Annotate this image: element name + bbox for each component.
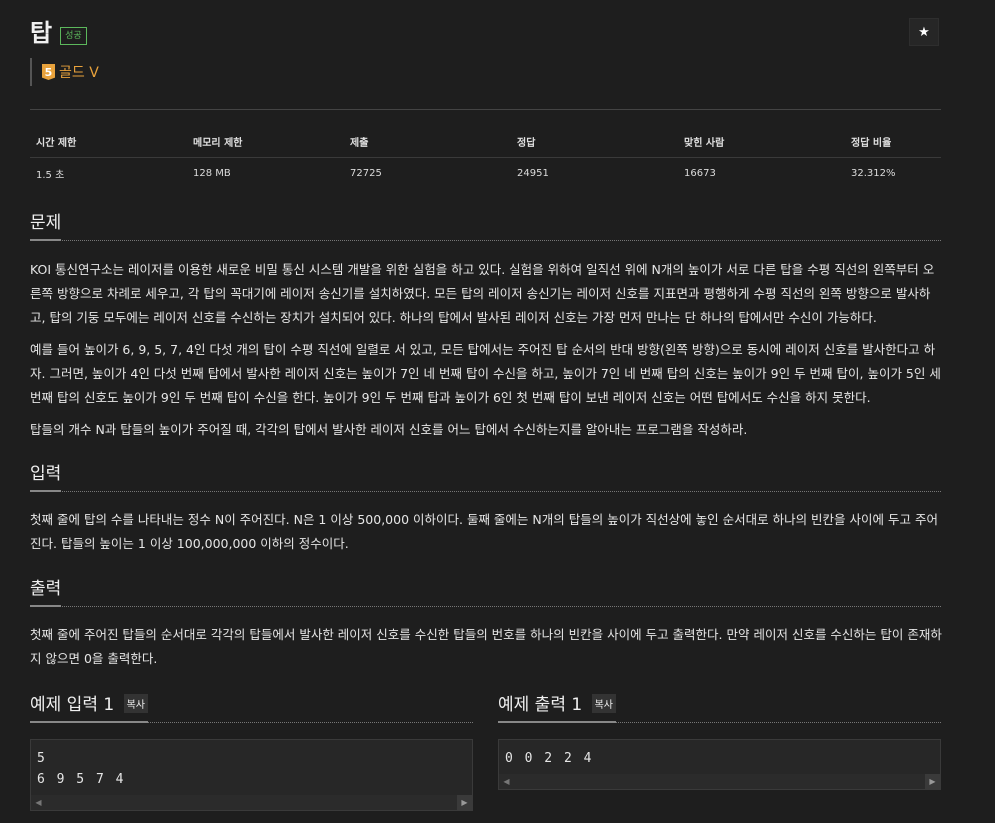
header-accepted: 정답 (511, 128, 678, 158)
sample-input-header: 예제 입력 1 복사 (30, 690, 473, 723)
solved-users-value[interactable]: 16673 (678, 158, 845, 190)
input-heading: 입력 (30, 459, 62, 492)
description-section-header: 문제 (30, 208, 941, 241)
accepted-value[interactable]: 24951 (511, 158, 678, 190)
sample-output-box[interactable]: 0 0 2 2 4 ◀ ▶ (498, 739, 941, 790)
scroll-track[interactable] (514, 777, 925, 786)
sample-input-box[interactable]: 5 6 9 5 7 4 ◀ ▶ (30, 739, 473, 811)
scroll-right-icon[interactable]: ▶ (925, 774, 940, 789)
copy-sample-output-button[interactable]: 복사 (591, 694, 616, 713)
header-solved-users: 맞힌 사람 (678, 128, 845, 158)
description-paragraph-1: KOI 통신연구소는 레이저를 이용한 새로운 비밀 통신 시스템 개발을 위한… (30, 262, 935, 325)
horizontal-scrollbar[interactable]: ◀ ▶ (499, 774, 940, 789)
output-section-header: 출력 (30, 574, 941, 607)
star-icon: ★ (918, 24, 930, 40)
tier-row: 5 골드 V (30, 58, 99, 86)
sample-output-title: 예제 출력 1 (498, 695, 583, 715)
sample-output-header: 예제 출력 1 복사 (498, 690, 941, 723)
status-badge: 성공 (60, 27, 87, 45)
sample-output-content: 0 0 2 2 4 (505, 751, 594, 766)
scroll-left-icon[interactable]: ◀ (499, 774, 514, 789)
sample-input-content: 5 6 9 5 7 4 (37, 751, 126, 787)
scroll-right-icon[interactable]: ▶ (457, 795, 472, 810)
favorite-button[interactable]: ★ (909, 18, 939, 46)
submissions-value[interactable]: 72725 (344, 158, 511, 190)
sample-output-heading: 예제 출력 1 복사 (498, 690, 616, 723)
horizontal-scrollbar[interactable]: ◀ ▶ (31, 795, 472, 810)
sample-input-title: 예제 입력 1 (30, 695, 115, 715)
output-heading: 출력 (30, 574, 62, 607)
time-limit-value: 1.5 초 (36, 170, 65, 181)
description-paragraph-3: 탑들의 개수 N과 탑들의 높이가 주어질 때, 각각의 탑에서 발사한 레이저… (30, 422, 748, 437)
table-row: 1.5 초 128 MB 72725 24951 16673 32.312% (30, 158, 941, 190)
scroll-left-icon[interactable]: ◀ (31, 795, 46, 810)
tier-badge-icon: 5 (42, 64, 55, 80)
problem-title: 탑 (30, 19, 53, 47)
tier-label[interactable]: 골드 V (59, 62, 99, 82)
input-section-header: 입력 (30, 459, 941, 492)
description-paragraph-2: 예를 들어 높이가 6, 9, 5, 7, 4인 다섯 개의 탑이 수평 직선에… (30, 342, 941, 405)
copy-sample-input-button[interactable]: 복사 (123, 694, 148, 713)
header-memory-limit: 메모리 제한 (187, 128, 344, 158)
problem-info-table: 시간 제한 메모리 제한 제출 정답 맞힌 사람 정답 비율 1.5 초 128… (30, 128, 941, 189)
title-row: 탑 성공 (30, 18, 87, 48)
memory-limit-value: 128 MB (193, 168, 231, 179)
header-submissions: 제출 (344, 128, 511, 158)
scroll-track[interactable] (46, 798, 457, 807)
accept-ratio-value: 32.312% (851, 168, 896, 179)
table-header-row: 시간 제한 메모리 제한 제출 정답 맞힌 사람 정답 비율 (30, 128, 941, 158)
divider (30, 109, 941, 110)
problem-page: 탑 성공 ★ 5 골드 V 시간 제한 메모리 제한 제출 정답 맞힌 사람 정… (0, 0, 995, 823)
description-heading: 문제 (30, 208, 62, 241)
input-paragraph: 첫째 줄에 탑의 수를 나타내는 정수 N이 주어진다. N은 1 이상 500… (30, 512, 938, 551)
header-accept-ratio: 정답 비율 (845, 128, 941, 158)
sample-input-heading: 예제 입력 1 복사 (30, 690, 148, 723)
output-paragraph: 첫째 줄에 주어진 탑들의 순서대로 각각의 탑들에서 발사한 레이저 신호를 … (30, 627, 942, 666)
header-time-limit: 시간 제한 (30, 128, 187, 158)
